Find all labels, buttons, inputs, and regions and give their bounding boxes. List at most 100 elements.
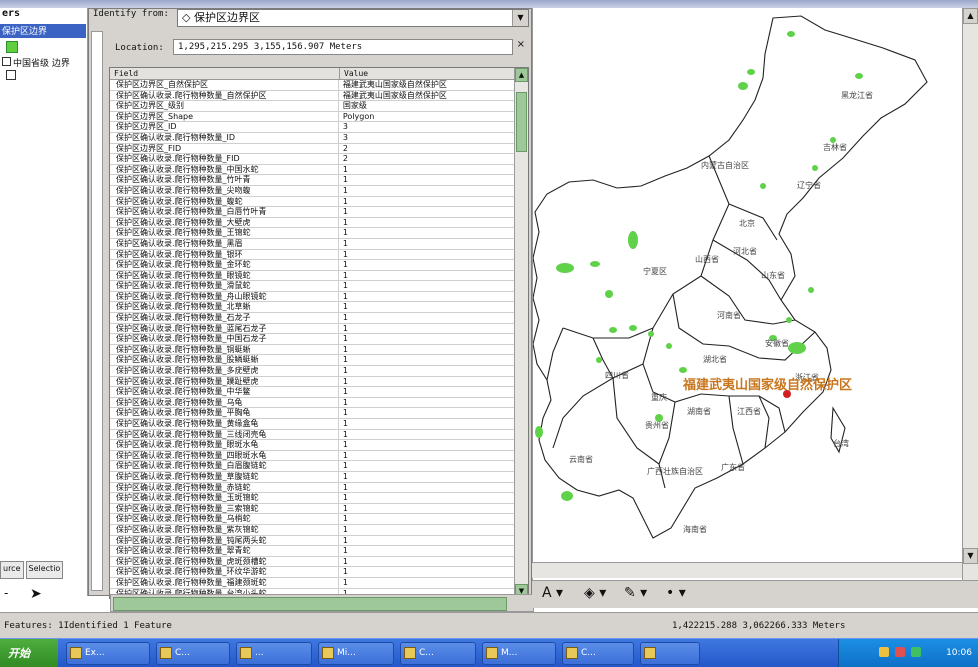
tab-selection[interactable]: Selectio: [25, 561, 64, 579]
chevron-down-icon[interactable]: ▼: [512, 10, 528, 26]
table-row[interactable]: 保护区确认收录.爬行物种数量_银环 1: [110, 249, 514, 261]
table-row[interactable]: 保护区确认收录.爬行物种数量_三线闭壳龟 1: [110, 429, 514, 441]
field-cell: 保护区边界区_FID: [110, 143, 339, 154]
hscroll-thumb[interactable]: [113, 597, 507, 611]
table-row[interactable]: 保护区确认收录.爬行物种数量_FID 2: [110, 154, 514, 165]
map-vertical-scrollbar[interactable]: ▲ ▼: [962, 8, 978, 580]
table-row[interactable]: 保护区边界区_自然保护区 福建武夷山国家级自然保护区: [110, 80, 514, 91]
table-row[interactable]: 保护区确认收录.爬行物种数量_乌龟 1: [110, 397, 514, 409]
table-row[interactable]: 保护区确认收录.爬行物种数量_乌梢蛇 1: [110, 514, 514, 525]
layer-checkbox-icon[interactable]: [2, 57, 11, 66]
province-symbol-swatch[interactable]: [6, 70, 16, 80]
table-row[interactable]: 保护区确认收录.爬行物种数量_草腹链蛇 1: [110, 471, 514, 483]
table-row[interactable]: 保护区确认收录.爬行物种数量_铜蜓蜥 1: [110, 344, 514, 356]
app-icon: [404, 647, 416, 659]
table-row[interactable]: 保护区确认收录.爬行物种数量_玉斑锦蛇 1: [110, 493, 514, 504]
table-row[interactable]: 保护区确认收录.爬行物种数量_竹叶青 1: [110, 175, 514, 186]
taskbar-button[interactable]: [640, 642, 700, 665]
identified-feature-marker[interactable]: [783, 390, 791, 398]
select-arrow-icon[interactable]: ➤: [30, 586, 42, 602]
table-row[interactable]: 保护区确认收录.爬行物种数量_眼镜蛇 1: [110, 270, 514, 282]
table-row[interactable]: 保护区确认收录.爬行物种数量_股鳞蜓蜥 1: [110, 355, 514, 367]
table-row[interactable]: 保护区边界区_ID 3: [110, 122, 514, 133]
column-header-value[interactable]: Value: [340, 68, 516, 79]
field-cell: 保护区确认收录.爬行物种数量_眼斑水龟: [110, 440, 339, 450]
table-row[interactable]: 保护区边界区_级别 国家级: [110, 101, 514, 112]
taskbar-button[interactable]: C...: [400, 642, 476, 665]
table-row[interactable]: 保护区确认收录.爬行物种数量_金环蛇 1: [110, 260, 514, 271]
table-row[interactable]: 保护区确认收录.爬行物种数量_眼斑水龟 1: [110, 440, 514, 451]
grid-horizontal-scrollbar[interactable]: [110, 594, 534, 612]
map-scroll-up-icon[interactable]: ▲: [963, 8, 978, 24]
table-row[interactable]: 保护区确认收录.爬行物种数量_多疣壁虎 1: [110, 366, 514, 377]
table-row[interactable]: 保护区确认收录.爬行物种数量_北草蜥 1: [110, 302, 514, 314]
table-row[interactable]: 保护区确认收录.爬行物种数量_蝮蛇 1: [110, 196, 514, 208]
tray-icon[interactable]: [879, 647, 889, 657]
table-row[interactable]: 保护区确认收录.爬行物种数量_赤链蛇 1: [110, 482, 514, 494]
layer-symbol-swatch[interactable]: [6, 41, 18, 53]
taskbar-button[interactable]: C...: [156, 642, 230, 665]
start-button[interactable]: 开始: [0, 639, 58, 667]
table-row[interactable]: 保护区确认收录.爬行物种数量_舟山眼镜蛇 1: [110, 291, 514, 303]
tab-source[interactable]: urce: [0, 561, 24, 579]
table-row[interactable]: 保护区确认收录.爬行物种数量_中国石龙子 1: [110, 334, 514, 345]
taskbar-button[interactable]: Ex...: [66, 642, 150, 665]
table-row[interactable]: 保护区确认收录.爬行物种数量_王锦蛇 1: [110, 228, 514, 239]
table-row[interactable]: 保护区确认收录.爬行物种数量_尖吻蝮 1: [110, 185, 514, 197]
province-label: 云南省: [569, 455, 593, 464]
taskbar-button[interactable]: C...: [562, 642, 634, 665]
marker-color-icon[interactable]: • ▾: [666, 585, 686, 601]
fill-color-icon[interactable]: ◈ ▾: [584, 585, 606, 601]
table-row[interactable]: 保护区确认收录.爬行物种数量_中华鳖 1: [110, 387, 514, 398]
tray-icon[interactable]: [911, 647, 921, 657]
toc-layer-reserve-boundary[interactable]: 保护区边界: [0, 24, 86, 38]
table-row[interactable]: 保护区确认收录.爬行物种数量_白眉腹链蛇 1: [110, 461, 514, 472]
province-label: 山西省: [695, 255, 719, 264]
taskbar-button[interactable]: M...: [482, 642, 556, 665]
table-row[interactable]: 保护区确认收录.爬行物种数量_紫灰锦蛇 1: [110, 524, 514, 536]
table-row[interactable]: 保护区确认收录.爬行物种数量_中国水蛇 1: [110, 164, 514, 176]
table-row[interactable]: 保护区确认收录.爬行物种数量_ID 3: [110, 132, 514, 144]
table-row[interactable]: 保护区确认收录.爬行物种数量_自然保护区 福建武夷山国家级自然保护区: [110, 90, 514, 102]
map-horizontal-scrollbar[interactable]: [532, 562, 962, 578]
table-row[interactable]: 保护区确认收录.爬行物种数量_大壁虎 1: [110, 217, 514, 229]
table-row[interactable]: 保护区确认收录.爬行物种数量_翠青蛇 1: [110, 546, 514, 557]
table-row[interactable]: 保护区确认收录.爬行物种数量_蓝尾石龙子 1: [110, 323, 514, 335]
app-icon: [486, 647, 498, 659]
table-row[interactable]: 保护区确认收录.爬行物种数量_三索锦蛇 1: [110, 503, 514, 515]
grid-vertical-scrollbar[interactable]: ▲ ▼: [514, 68, 528, 598]
map-scroll-down-icon[interactable]: ▼: [963, 548, 978, 564]
field-cell: 保护区确认收录.爬行物种数量_尖吻蝮: [110, 185, 339, 196]
table-row[interactable]: 保护区边界区_Shape Polygon: [110, 111, 514, 123]
taskbar-button[interactable]: ...: [236, 642, 312, 665]
table-row[interactable]: 保护区确认收录.爬行物种数量_黄缘盒龟 1: [110, 419, 514, 430]
table-row[interactable]: 保护区边界区_FID 2: [110, 143, 514, 155]
identify-layer-select[interactable]: ◇ 保护区边界区 ▼: [177, 9, 529, 27]
close-icon[interactable]: ×: [517, 39, 525, 50]
table-row[interactable]: 保护区确认收录.爬行物种数量_钝尾两头蛇 1: [110, 535, 514, 547]
taskbar-button[interactable]: Mi...: [318, 642, 394, 665]
font-color-icon[interactable]: A ▾: [542, 585, 563, 601]
table-row[interactable]: 保护区确认收录.爬行物种数量_黑眉 1: [110, 238, 514, 250]
table-row[interactable]: 保护区确认收录.爬行物种数量_福建颈斑蛇 1: [110, 577, 514, 589]
table-row[interactable]: 保护区确认收录.爬行物种数量_环纹华游蛇 1: [110, 567, 514, 578]
table-row[interactable]: 保护区确认收录.爬行物种数量_虎斑颈槽蛇 1: [110, 556, 514, 568]
table-row[interactable]: 保护区确认收录.爬行物种数量_平胸龟 1: [110, 408, 514, 419]
taskbar-button-label: C...: [175, 648, 190, 658]
line-color-icon[interactable]: ✎ ▾: [624, 585, 647, 601]
table-row[interactable]: 保护区确认收录.爬行物种数量_白唇竹叶青 1: [110, 207, 514, 218]
value-cell: 1: [342, 260, 348, 270]
table-row[interactable]: 保护区确认收录.爬行物种数量_滑鼠蛇 1: [110, 281, 514, 292]
scroll-up-icon[interactable]: ▲: [515, 68, 528, 82]
app-icon: [70, 647, 82, 659]
column-header-field[interactable]: Field: [110, 68, 340, 79]
tray-icon[interactable]: [895, 647, 905, 657]
scroll-thumb[interactable]: [516, 92, 527, 152]
table-row[interactable]: 保护区确认收录.爬行物种数量_蹼趾壁虎 1: [110, 376, 514, 388]
table-row[interactable]: 保护区确认收录.爬行物种数量_四眼斑水龟 1: [110, 450, 514, 462]
identify-tree-pane[interactable]: [91, 31, 103, 591]
map-view[interactable]: 黑龙江省 内蒙古自治区 吉林省 辽宁省 河北省 北京 山西省 山东省 宁夏区 河南省 安徽省 湖北省四…: [532, 8, 962, 580]
table-row[interactable]: 保护区确认收录.爬行物种数量_石龙子 1: [110, 313, 514, 324]
toc-layer-province-boundary[interactable]: 中国省级 边界: [0, 56, 70, 69]
location-field[interactable]: 1,295,215.295 3,155,156.907 Meters: [173, 39, 513, 55]
